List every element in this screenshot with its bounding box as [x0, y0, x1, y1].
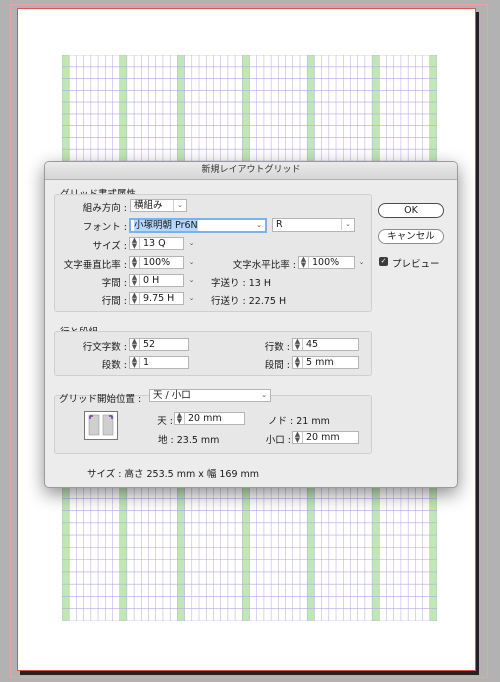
bottom-margin-text: 地 : 23.5 mm: [158, 435, 220, 446]
size-label: サイズ :: [92, 241, 127, 252]
grid-start-value: 天 / 小口: [153, 390, 191, 401]
chevron-down-icon[interactable]: ⌄: [186, 275, 197, 286]
vertical-scale-value: 100%: [143, 257, 171, 268]
line-advance-text: 行送り : 22.75 H: [211, 296, 287, 307]
layout-grid-bottom: [62, 486, 437, 621]
columns-value: 1: [143, 357, 150, 368]
horizontal-scale-field[interactable]: ▲ ▼ 100%: [298, 256, 355, 269]
grid-start-label: グリッド開始位置 :: [59, 394, 142, 405]
ok-button[interactable]: OK: [378, 203, 444, 218]
font-style-value: R: [276, 219, 283, 230]
preview-label[interactable]: プレビュー: [392, 256, 440, 270]
size-field[interactable]: ▲ ▼ 13 Q: [129, 237, 184, 250]
new-layout-grid-dialog: 新規レイアウトグリッド グリッド書式属性 組み方向 : 横組み ⌄ フォント :…: [44, 161, 458, 488]
column-gutter-value: 5 mm: [306, 357, 334, 368]
columns-label: 段数 :: [101, 360, 127, 371]
line-gap-value: 9.75 H: [143, 293, 175, 304]
horizontal-scale-label: 文字水平比率 :: [232, 260, 296, 271]
column-gutter-label: 段間 :: [264, 360, 290, 371]
char-space-field[interactable]: ▲ ▼ 0 H: [129, 274, 184, 287]
char-space-label: 字間 :: [101, 278, 127, 289]
chevron-down-icon: ⌄: [173, 200, 186, 211]
char-advance-text: 字送り : 13 H: [211, 278, 271, 289]
workspace: 新規レイアウトグリッド グリッド書式属性 組み方向 : 横組み ⌄ フォント :…: [0, 0, 500, 682]
column-gutter-field[interactable]: ▲ ▼ 5 mm: [292, 356, 359, 369]
chevron-down-icon: ⌄: [256, 221, 262, 229]
spinner-arrows-icon[interactable]: ▲ ▼: [130, 238, 140, 249]
spinner-arrows-icon[interactable]: ▲ ▼: [299, 257, 309, 268]
lines-label: 行数 :: [264, 342, 290, 353]
font-label: フォント :: [82, 222, 127, 233]
checkbox-checked-icon[interactable]: ✓: [379, 257, 388, 266]
size-summary: サイズ : 高さ 253.5 mm x 幅 169 mm: [87, 469, 260, 480]
top-margin-label: 天 :: [157, 416, 173, 427]
spinner-arrows-icon[interactable]: ▲ ▼: [130, 257, 140, 268]
chevron-down-icon[interactable]: ⌄: [186, 238, 197, 249]
chars-per-line-field[interactable]: ▲ ▼ 52: [129, 338, 189, 351]
grid-start-preview-icon: [84, 411, 118, 440]
size-value: 13 Q: [143, 238, 166, 249]
font-select[interactable]: 小塚明朝 Pr6N ⌄: [129, 218, 267, 233]
spinner-arrows-icon[interactable]: ▲ ▼: [130, 293, 140, 304]
gutter-edge-text: ノド : 21 mm: [268, 416, 330, 427]
dialog-title: 新規レイアウトグリッド: [45, 162, 457, 180]
spinner-arrows-icon[interactable]: ▲ ▼: [130, 275, 140, 286]
spinner-arrows-icon[interactable]: ▲ ▼: [175, 413, 185, 424]
columns-field[interactable]: ▲ ▼ 1: [129, 356, 189, 369]
font-value: 小塚明朝 Pr6N: [134, 220, 198, 231]
font-style-select[interactable]: R ⌄: [272, 218, 355, 232]
spinner-arrows-icon[interactable]: ▲ ▼: [293, 357, 303, 368]
chevron-down-icon[interactable]: ⌄: [186, 293, 197, 304]
char-space-value: 0 H: [143, 275, 160, 286]
layout-grid-cells: [62, 486, 437, 621]
lines-value: 45: [306, 339, 319, 350]
horizontal-scale-value: 100%: [312, 257, 340, 268]
top-margin-value: 20 mm: [188, 413, 222, 424]
spinner-arrows-icon[interactable]: ▲ ▼: [293, 339, 303, 350]
spinner-arrows-icon[interactable]: ▲ ▼: [130, 339, 140, 350]
outside-margin-label: 小口 :: [265, 435, 291, 446]
spinner-arrows-icon[interactable]: ▲ ▼: [130, 357, 140, 368]
layout-grid-cells: [62, 55, 437, 161]
chevron-down-icon[interactable]: ⌄: [186, 257, 197, 268]
vertical-scale-label: 文字垂直比率 :: [63, 260, 127, 271]
vertical-scale-field[interactable]: ▲ ▼ 100%: [129, 256, 184, 269]
direction-select[interactable]: 横組み ⌄: [130, 199, 187, 212]
chevron-down-icon: ⌄: [341, 219, 354, 230]
chars-per-line-value: 52: [143, 339, 156, 350]
outside-margin-field[interactable]: ▲ ▼ 20 mm: [292, 431, 359, 444]
direction-value: 横組み: [134, 200, 163, 211]
chars-per-line-label: 行文字数 :: [82, 342, 127, 353]
direction-label: 組み方向 :: [82, 203, 127, 214]
outside-margin-value: 20 mm: [306, 432, 340, 443]
grid-start-select[interactable]: 天 / 小口 ⌄: [149, 389, 271, 402]
top-margin-field[interactable]: ▲ ▼ 20 mm: [174, 412, 245, 425]
layout-grid-top: [62, 55, 437, 161]
line-gap-field[interactable]: ▲ ▼ 9.75 H: [129, 292, 184, 305]
chevron-down-icon[interactable]: ⌄: [356, 257, 367, 268]
lines-field[interactable]: ▲ ▼ 45: [292, 338, 359, 351]
line-gap-label: 行間 :: [101, 296, 127, 307]
spinner-arrows-icon[interactable]: ▲ ▼: [293, 432, 303, 443]
cancel-button[interactable]: キャンセル: [378, 229, 444, 244]
chevron-down-icon: ⌄: [261, 391, 267, 399]
